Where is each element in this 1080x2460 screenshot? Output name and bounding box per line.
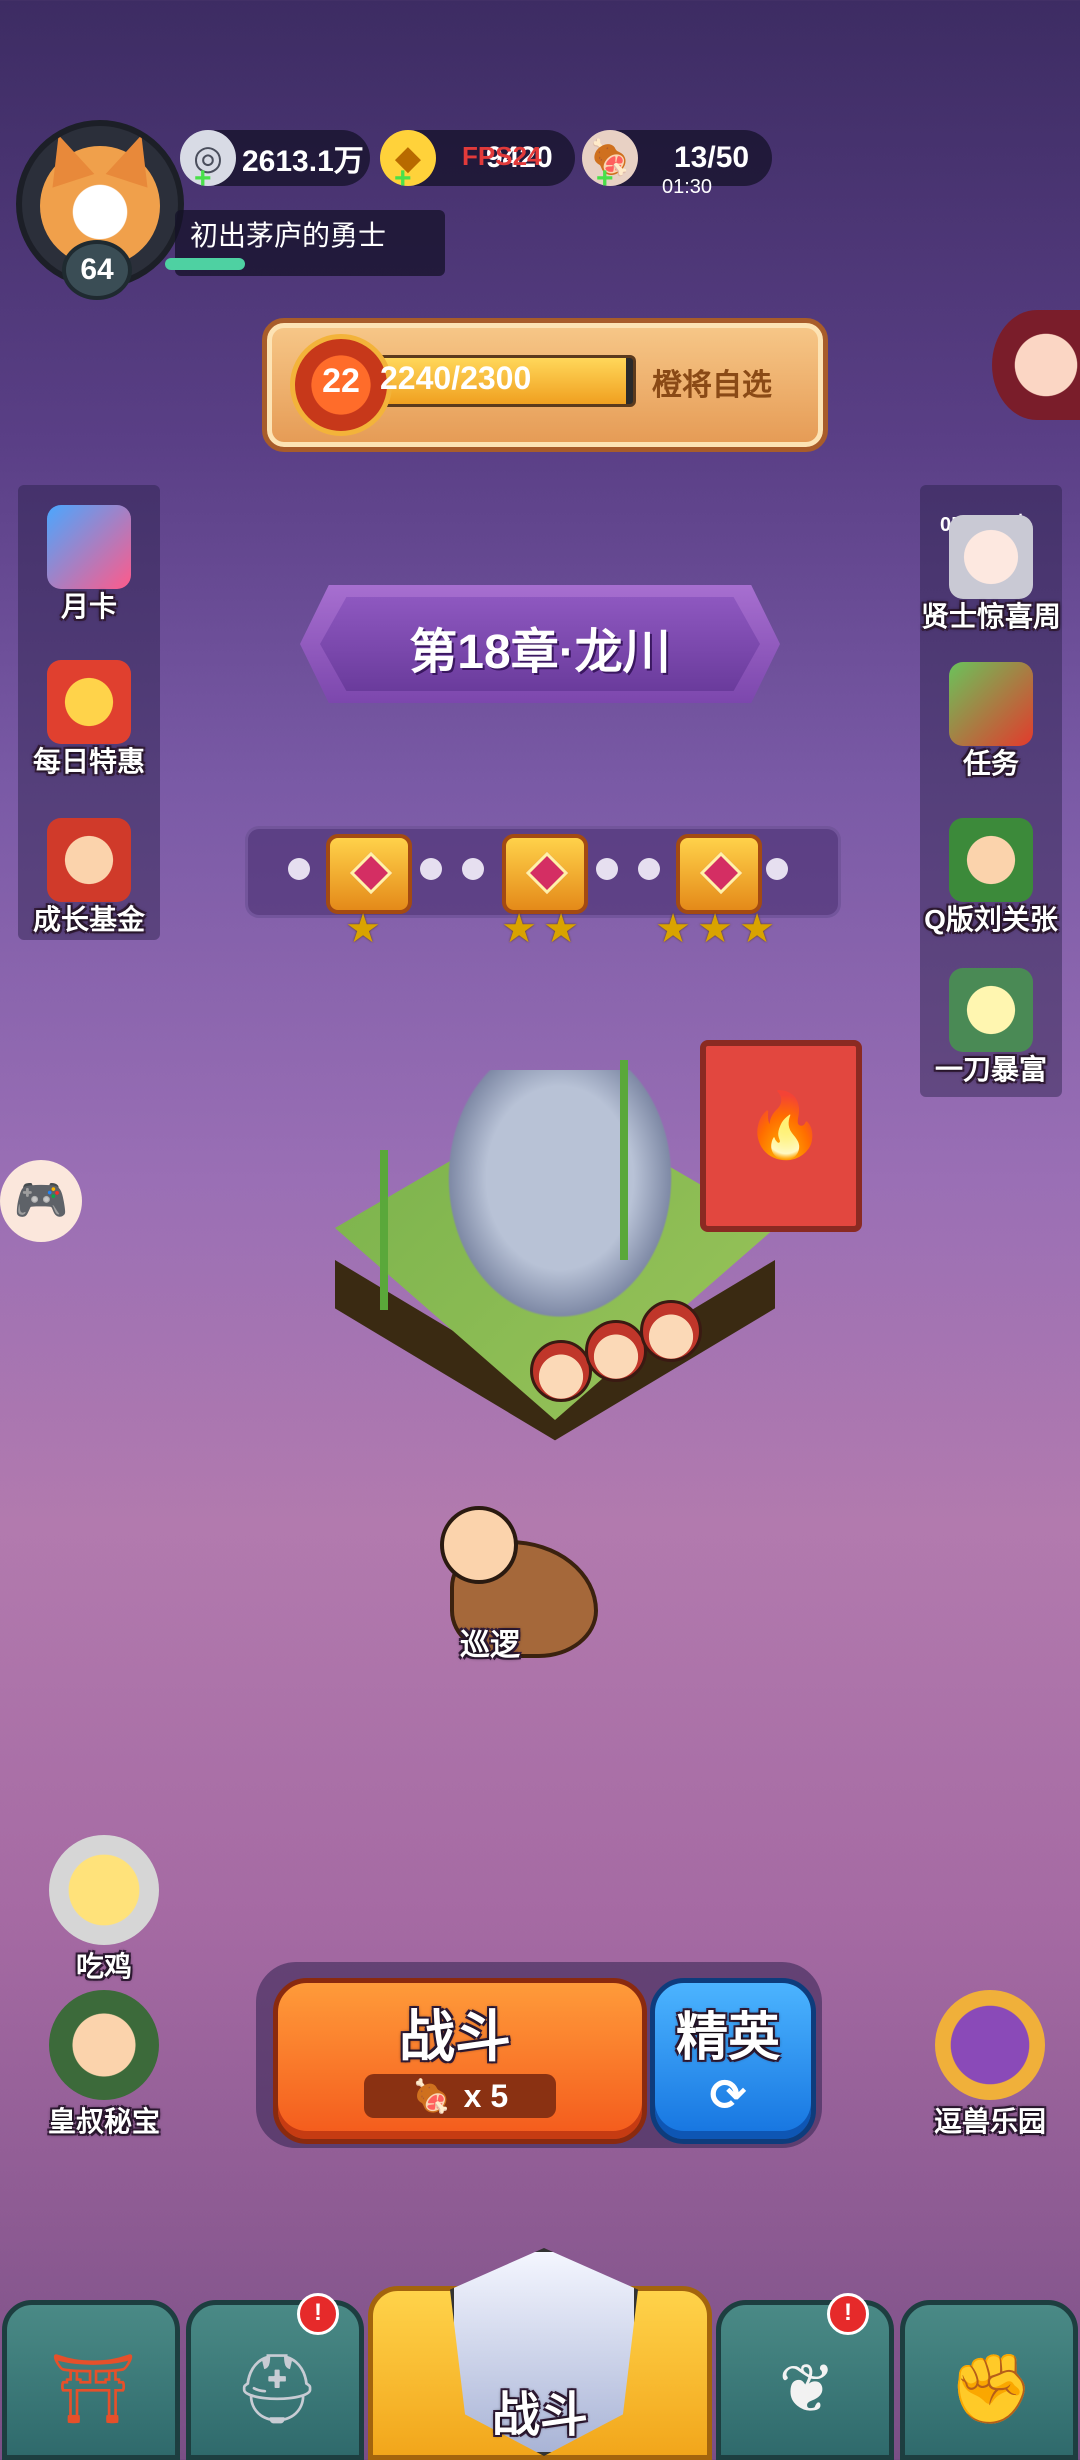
refresh-icon: ⟳ — [709, 2071, 747, 2120]
sage-week-label: 贤士惊喜周 — [920, 601, 1061, 632]
progress-dot — [420, 858, 442, 880]
chicken-icon — [49, 1835, 159, 1945]
gold-burst-icon — [949, 968, 1033, 1052]
q-heroes-button[interactable]: Q版刘关张 — [916, 818, 1066, 938]
nav-fight-label: 战斗 — [491, 2389, 588, 2442]
monthly-card-button[interactable]: 月卡 — [14, 505, 164, 625]
uncle-icon — [49, 1990, 159, 2100]
helmet-icon: ⛑ — [233, 2351, 321, 2427]
soldier-icon — [585, 1320, 647, 1382]
reward-chest-2[interactable] — [502, 834, 588, 914]
sage-week-button[interactable]: 贤士惊喜周 — [916, 515, 1066, 635]
chapter-title: 第18章·龙川 — [409, 626, 671, 679]
meat-icon: 🍖 + — [582, 130, 638, 195]
nav-upgrade[interactable]: ✊ — [900, 2300, 1078, 2460]
one-slash-rich-button[interactable]: 一刀暴富 — [916, 968, 1066, 1088]
plus-icon: + — [394, 162, 412, 195]
bamboo-icon — [620, 1060, 628, 1260]
gate-icon: ⛩ — [49, 2351, 137, 2427]
daily-deal-label: 每日特惠 — [32, 746, 145, 777]
progress-dot — [288, 858, 310, 880]
player-title: 初出茅庐的勇士 — [190, 220, 387, 251]
star-icon: ★ — [543, 907, 579, 951]
player-level-badge: 64 — [62, 240, 132, 300]
gold-resource[interactable]: ◆ + FPS24 9420 — [380, 130, 575, 195]
monthly-card-icon — [47, 505, 131, 589]
silver-coin-icon: ◎ + — [180, 130, 236, 195]
nav-city[interactable]: ⛩ — [2, 2300, 180, 2460]
daily-deal-button[interactable]: 每日特惠 — [14, 660, 164, 780]
gamepad-icon[interactable]: 🎮 — [0, 1160, 82, 1242]
player-exp-bar — [165, 258, 245, 270]
gift-bag-icon — [47, 660, 131, 744]
fight-cost-value: x 5 — [463, 2077, 509, 2114]
notification-badge: ! — [297, 2293, 339, 2335]
wing-icon: ❦ — [778, 2351, 836, 2427]
star-icon: ★ — [655, 907, 691, 951]
sage-icon — [949, 515, 1033, 599]
fist-icon: ✊ — [948, 2351, 1034, 2427]
stamina-timer: 01:30 — [662, 176, 713, 198]
elite-label: 精英 — [675, 2009, 780, 2067]
progress-dot — [766, 858, 788, 880]
gold-ingot-icon: ◆ + — [380, 130, 436, 195]
progress-dot — [638, 858, 660, 880]
gold-amount: FPS24 9420 — [462, 141, 553, 174]
star-icon: ★ — [501, 907, 537, 951]
growth-fund-button[interactable]: 成长基金 — [14, 818, 164, 938]
beast-park-button[interactable]: 逗兽乐园 — [910, 1990, 1070, 2140]
monthly-card-label: 月卡 — [60, 591, 117, 622]
patrol-label: 巡逻 — [460, 1629, 520, 1662]
enemy-soldiers — [510, 1300, 710, 1402]
event-girl-icon[interactable] — [992, 310, 1080, 420]
beast-icon — [935, 1990, 1045, 2100]
fps-overlay: FPS24 — [462, 141, 542, 171]
q-heroes-label: Q版刘关张 — [924, 904, 1058, 935]
uncle-treasure-button[interactable]: 皇叔秘宝 — [24, 1990, 184, 2140]
banner-progress-text: 2240/2300 — [380, 360, 532, 396]
soldier-icon — [640, 1300, 702, 1362]
reward-chest-1[interactable] — [326, 834, 412, 914]
rider-icon — [440, 1506, 518, 1584]
task-button[interactable]: 任务 — [916, 662, 1066, 782]
plus-icon: + — [596, 162, 614, 195]
meat-icon: 🍖 — [411, 2078, 452, 2114]
banner-level-medal: 22 — [290, 334, 392, 436]
nav-heroes[interactable]: ⛑ ! — [186, 2293, 364, 2460]
chicken-label: 吃鸡 — [75, 1951, 132, 1982]
reward-chest-3[interactable] — [676, 834, 762, 914]
star-icon: ★ — [345, 907, 381, 951]
bamboo-icon — [380, 1150, 388, 1310]
one-slash-rich-label: 一刀暴富 — [934, 1054, 1047, 1085]
task-label: 任务 — [962, 748, 1019, 779]
star-icon: ★ — [697, 907, 733, 951]
silver-resource[interactable]: ◎ + 2613.1万 — [180, 130, 370, 195]
growth-fund-icon — [47, 818, 131, 902]
plus-icon: + — [194, 162, 212, 195]
fight-cost: 🍖 x 5 — [364, 2074, 556, 2118]
silver-amount: 2613.1万 — [242, 145, 364, 178]
beast-park-label: 逗兽乐园 — [933, 2106, 1046, 2137]
fight-label: 战斗 — [399, 2005, 511, 2068]
star-icon: ★ — [739, 907, 775, 951]
soldier-icon — [530, 1340, 592, 1402]
uncle-treasure-label: 皇叔秘宝 — [47, 2106, 160, 2137]
notification-badge: ! — [827, 2293, 869, 2335]
nav-equipment[interactable]: ❦ ! — [716, 2293, 894, 2460]
progress-dot — [462, 858, 484, 880]
banner-select-label: 橙将自选 — [652, 369, 772, 402]
heroes-icon — [949, 818, 1033, 902]
stamina-amount: 13/50 — [674, 141, 750, 174]
scroll-icon — [949, 662, 1033, 746]
flame-icon: 🔥 — [745, 1089, 825, 1161]
chicken-button[interactable]: 吃鸡 — [24, 1835, 184, 1985]
growth-fund-label: 成长基金 — [32, 904, 145, 935]
progress-dot — [596, 858, 618, 880]
